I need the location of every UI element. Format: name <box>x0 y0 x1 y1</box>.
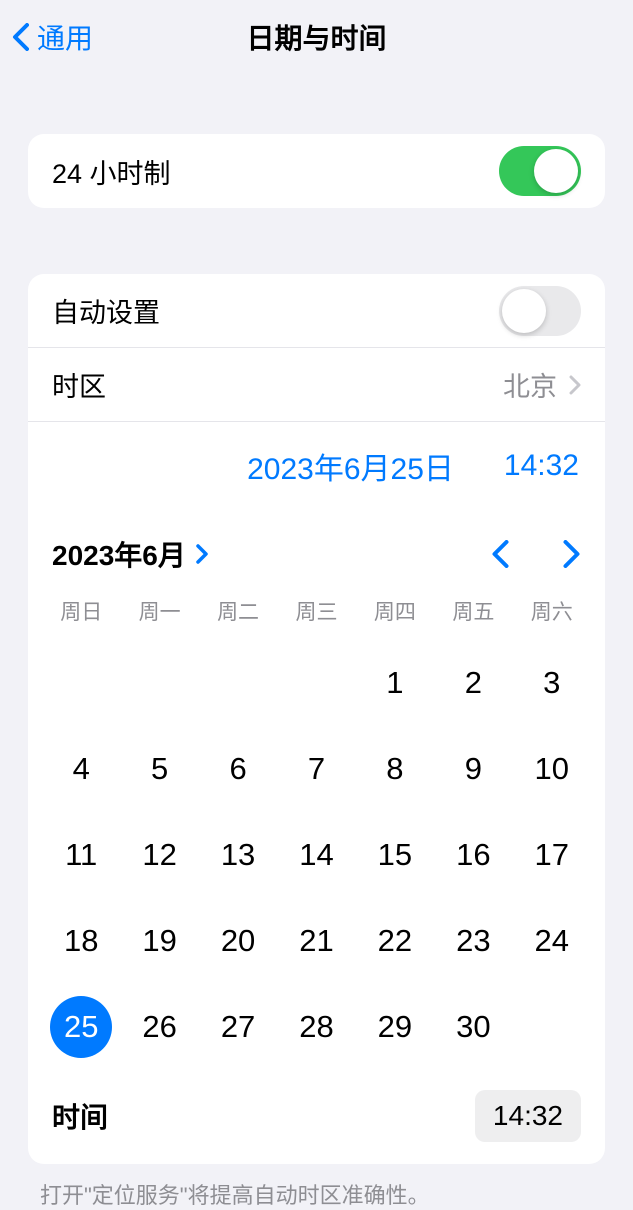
calendar: 2023年6月 周日周一周二周三周四周五周六 12345678910111213… <box>28 510 605 1164</box>
calendar-day-cell[interactable]: 22 <box>356 916 434 966</box>
calendar-day-cell[interactable]: 13 <box>199 830 277 880</box>
calendar-month-header: 2023年6月 <box>38 526 595 596</box>
back-button[interactable]: 通用 <box>12 17 93 57</box>
calendar-day-cell[interactable]: 15 <box>356 830 434 880</box>
calendar-day-cell[interactable]: 30 <box>434 1002 512 1052</box>
calendar-day-cell[interactable]: 24 <box>513 916 591 966</box>
time-label: 时间 <box>52 1096 108 1136</box>
clock-24h-row: 24 小时制 <box>28 134 605 208</box>
datetime-section: 自动设置 时区 北京 2023年6月25日 14:32 2023年6月 <box>28 274 605 1164</box>
calendar-day-cell[interactable]: 26 <box>120 1002 198 1052</box>
calendar-day-cell[interactable]: 7 <box>277 744 355 794</box>
calendar-day-cell[interactable]: 17 <box>513 830 591 880</box>
weekday-cell: 周四 <box>356 596 434 626</box>
selected-time-display[interactable]: 14:32 <box>504 449 579 483</box>
auto-set-row: 自动设置 <box>28 274 605 348</box>
calendar-weekday-header: 周日周一周二周三周四周五周六 <box>38 596 595 626</box>
calendar-day-cell[interactable]: 12 <box>120 830 198 880</box>
timezone-row[interactable]: 时区 北京 <box>28 348 605 422</box>
calendar-day-cell[interactable]: 2 <box>434 658 512 708</box>
toggle-knob <box>502 289 546 333</box>
calendar-day-cell[interactable]: 6 <box>199 744 277 794</box>
calendar-day-cell[interactable]: 29 <box>356 1002 434 1052</box>
calendar-day-cell[interactable]: 11 <box>42 830 120 880</box>
clock-24h-toggle[interactable] <box>499 146 581 196</box>
calendar-month-label: 2023年6月 <box>52 534 186 574</box>
calendar-grid: 1234567891011121314151617181920212223242… <box>38 640 595 1062</box>
timezone-value: 北京 <box>503 365 557 404</box>
weekday-cell: 周五 <box>434 596 512 626</box>
calendar-day-cell[interactable]: 10 <box>513 744 591 794</box>
calendar-empty-cell <box>120 658 198 708</box>
auto-set-toggle[interactable] <box>499 286 581 336</box>
calendar-day-cell[interactable]: 25 <box>42 1002 120 1052</box>
auto-set-label: 自动设置 <box>52 291 160 330</box>
calendar-day-cell[interactable]: 14 <box>277 830 355 880</box>
calendar-day-cell[interactable]: 5 <box>120 744 198 794</box>
calendar-day-cell[interactable]: 3 <box>513 658 591 708</box>
calendar-day-cell[interactable]: 18 <box>42 916 120 966</box>
back-label: 通用 <box>37 17 93 57</box>
calendar-day-cell[interactable]: 20 <box>199 916 277 966</box>
calendar-empty-cell <box>199 658 277 708</box>
weekday-cell: 周日 <box>42 596 120 626</box>
calendar-day-cell[interactable]: 1 <box>356 658 434 708</box>
weekday-cell: 周一 <box>120 596 198 626</box>
weekday-cell: 周六 <box>513 596 591 626</box>
chevron-left-icon <box>12 23 29 51</box>
calendar-day-cell[interactable]: 28 <box>277 1002 355 1052</box>
calendar-day-cell[interactable]: 9 <box>434 744 512 794</box>
chevron-right-icon <box>569 375 581 395</box>
calendar-next-month-button[interactable] <box>563 540 581 568</box>
toggle-knob <box>534 149 578 193</box>
timezone-label: 时区 <box>52 365 106 404</box>
calendar-day-cell[interactable]: 27 <box>199 1002 277 1052</box>
weekday-cell: 周二 <box>199 596 277 626</box>
calendar-day-cell[interactable]: 19 <box>120 916 198 966</box>
datetime-summary-row: 2023年6月25日 14:32 <box>28 422 605 510</box>
navigation-bar: 通用 日期与时间 <box>0 0 633 74</box>
calendar-empty-cell <box>277 658 355 708</box>
clock-format-section: 24 小时制 <box>28 134 605 208</box>
clock-24h-label: 24 小时制 <box>52 152 171 191</box>
time-picker-button[interactable]: 14:32 <box>475 1090 581 1142</box>
calendar-month-title-button[interactable]: 2023年6月 <box>52 534 208 574</box>
weekday-cell: 周三 <box>277 596 355 626</box>
timezone-value-container: 北京 <box>503 365 581 404</box>
time-row: 时间 14:32 <box>38 1062 595 1146</box>
chevron-right-icon <box>196 544 208 564</box>
calendar-day-cell[interactable]: 16 <box>434 830 512 880</box>
calendar-month-nav <box>491 540 581 568</box>
selected-date-display[interactable]: 2023年6月25日 <box>247 444 454 488</box>
calendar-day-cell[interactable]: 8 <box>356 744 434 794</box>
calendar-day-cell[interactable]: 4 <box>42 744 120 794</box>
calendar-empty-cell <box>42 658 120 708</box>
page-title: 日期与时间 <box>246 17 386 57</box>
calendar-day-cell[interactable]: 23 <box>434 916 512 966</box>
calendar-prev-month-button[interactable] <box>491 540 509 568</box>
calendar-day-cell[interactable]: 21 <box>277 916 355 966</box>
